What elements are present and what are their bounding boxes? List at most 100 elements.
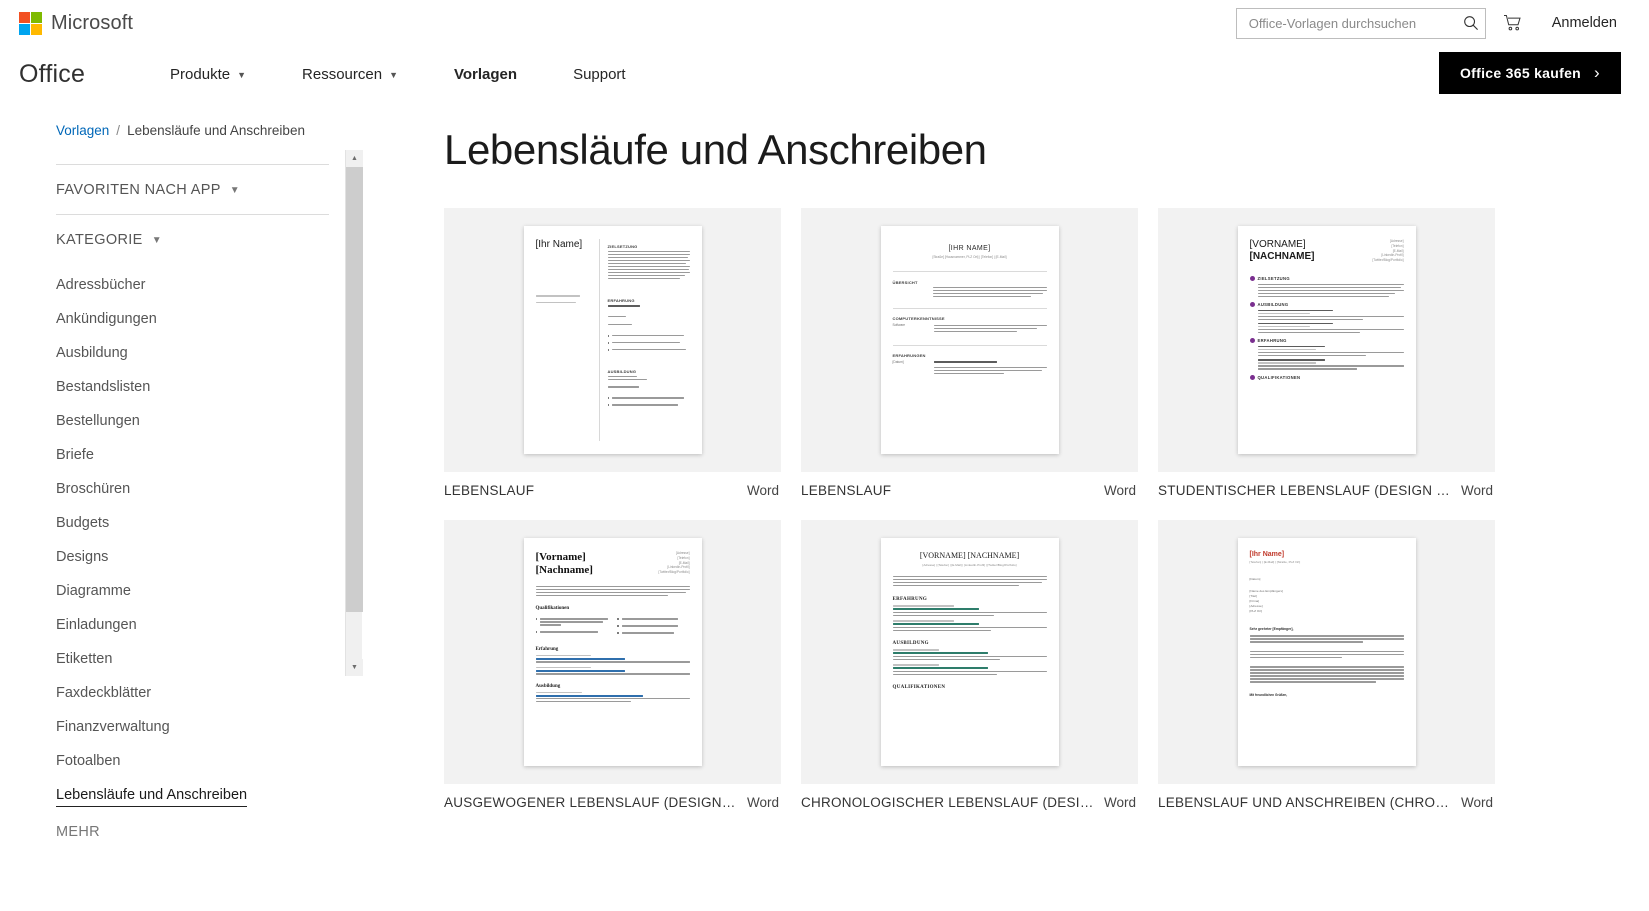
sidebar-item-mehr[interactable]: MEHR [56,813,390,849]
microsoft-logo-link[interactable]: Microsoft [19,11,133,35]
template-card[interactable]: [VORNAME] [NACHNAME] [Adresse] | [Telefo… [801,520,1138,810]
template-preview-document: [Ihr Name] [Telefon] | [E-Mail] | [Straß… [1237,538,1416,766]
nav-item-vorlagen[interactable]: Vorlagen [426,66,545,83]
category-list: Adressbücher Ankündigungen Ausbildung Be… [56,264,390,849]
template-preview-document: [VORNAME] [NACHNAME] [Adresse] | [Telefo… [880,538,1059,766]
search-input[interactable] [1246,14,1463,32]
template-card-app: Word [1103,483,1136,498]
office-nav-bar: Office Produkte ▼ Ressourcen ▼ Vorlagen … [0,46,1649,102]
template-preview-document: [VORNAME] [NACHNAME] [Adresse] [Telefon]… [1237,226,1416,454]
sidebar-item-einladungen[interactable]: Einladungen [56,608,329,642]
template-card-title: STUDENTISCHER LEBENSLAUF (DESIGN "M... [1158,483,1451,498]
sidebar-item-budgets[interactable]: Budgets [56,506,329,540]
sidebar-item-designs[interactable]: Designs [56,540,329,574]
preview-section-heading: ZIELSETZUNG [607,244,638,249]
page-body: Vorlagen / Lebensläufe und Anschreiben F… [0,102,1649,911]
preview-field: [Datum] [892,359,904,364]
preview-name-line2: [Nachname] [535,563,593,576]
preview-section-heading: QUALIFIKATIONEN [892,685,946,691]
template-card[interactable]: [IHR NAME] [Straße] [Hausnummer, PLZ Ort… [801,208,1138,498]
template-card[interactable]: [Vorname] [Nachname] [Adresse] [Telefon]… [444,520,781,810]
cart-icon[interactable] [1486,8,1540,39]
facet-kategorie-label: KATEGORIE [56,232,143,248]
preview-section-heading: Ausbildung [535,683,561,689]
sign-in-link[interactable]: Anmelden [1540,15,1621,31]
sidebar-item-ausbildung[interactable]: Ausbildung [56,336,329,370]
preview-meta: [Twitter/Blog/Portfolio] [658,570,690,575]
template-card-meta: LEBENSLAUF UND ANSCHREIBEN (CHRONO... Wo… [1158,784,1495,810]
search-icon[interactable] [1463,15,1479,31]
template-thumbnail[interactable]: [Ihr Name] [Telefon] | [E-Mail] | [Straß… [1158,520,1495,784]
search-box[interactable] [1235,7,1486,39]
scrollbar-thumb[interactable] [346,167,363,612]
nav-item-support-label: Support [573,65,626,83]
section-bullet-icon [1249,338,1255,344]
template-card[interactable]: [Ihr Name] [Telefon] | [E-Mail] | [Straß… [1158,520,1495,810]
preview-section-heading: Qualifikationen [535,606,570,612]
sidebar-item-diagramme[interactable]: Diagramme [56,574,329,608]
main-content: Lebensläufe und Anschreiben [Ihr Name] Z… [390,102,1649,911]
section-bullet-icon [1249,374,1255,380]
template-thumbnail[interactable]: [VORNAME] [NACHNAME] [Adresse] [Telefon]… [1158,208,1495,472]
nav-item-support[interactable]: Support [545,66,654,83]
nav-item-vorlagen-label: Vorlagen [453,65,518,83]
preview-section-heading: ÜBERSICHT [892,280,918,285]
template-card[interactable]: [VORNAME] [NACHNAME] [Adresse] [Telefon]… [1158,208,1495,498]
nav-item-produkte-label: Produkte [170,65,231,83]
chevron-down-icon: ▼ [229,184,241,196]
template-card-meta: STUDENTISCHER LEBENSLAUF (DESIGN "M... W… [1158,472,1495,498]
preview-subtitle: [Telefon] | [E-Mail] | [Straße, PLZ Ort] [1249,560,1301,564]
template-preview-document: [Ihr Name] ZIELSETZUNG ERFAHRUNG AUSBILD… [523,226,702,454]
sidebar-item-faxdeckblaetter[interactable]: Faxdeckblätter [56,676,329,710]
sidebar-item-adressbuecher[interactable]: Adressbücher [56,268,329,302]
template-card-title: AUSGEWOGENER LEBENSLAUF (DESIGN "M... [444,795,737,810]
preview-name-line1: [VORNAME] [1249,239,1306,250]
microsoft-logo-icon [19,11,42,35]
chevron-down-icon: ▼ [151,234,162,246]
sidebar-item-bestellungen[interactable]: Bestellungen [56,404,329,438]
preview-name: [IHR NAME] [948,245,991,252]
template-card-title: LEBENSLAUF UND ANSCHREIBEN (CHRONO... [1158,795,1451,810]
sidebar: Vorlagen / Lebensläufe und Anschreiben F… [0,102,390,911]
facet-favorites-by-app-label: FAVORITEN NACH APP [56,182,221,198]
facet-kategorie[interactable]: KATEGORIE ▼ [56,215,329,264]
sidebar-scrollbar[interactable]: ▲ ▼ [345,150,363,676]
office-brand-link[interactable]: Office [19,60,85,89]
template-thumbnail[interactable]: [Vorname] [Nachname] [Adresse] [Telefon]… [444,520,781,784]
scroll-up-arrow-icon[interactable]: ▲ [346,150,363,167]
preview-subtitle: [Adresse] | [Telefon] | [E-Mail] | [Link… [922,563,1017,567]
chevron-down-icon: ▼ [237,70,247,80]
sidebar-item-fotoalben[interactable]: Fotoalben [56,744,329,778]
template-thumbnail[interactable]: [VORNAME] [NACHNAME] [Adresse] | [Telefo… [801,520,1138,784]
preview-section-heading: ERFAHRUNGEN [892,352,926,358]
preview-name-line2: [NACHNAME] [1249,251,1315,263]
chevron-down-icon: ▼ [389,70,398,80]
sidebar-item-briefe[interactable]: Briefe [56,438,329,472]
template-card-meta: CHRONOLOGISCHER LEBENSLAUF (DESIGN ... W… [801,784,1138,810]
office-nav-items: Produkte ▼ Ressourcen ▼ Vorlagen Support [142,66,654,83]
sidebar-item-lebenslaeufe-und-anschreiben[interactable]: Lebensläufe und Anschreiben [56,778,248,807]
preview-section-heading: ERFAHRUNG [607,298,635,304]
template-thumbnail[interactable]: [Ihr Name] ZIELSETZUNG ERFAHRUNG AUSBILD… [444,208,781,472]
sidebar-item-broschueren[interactable]: Broschüren [56,472,329,506]
preview-section-heading: AUSBILDUNG [1257,302,1289,308]
buy-office-365-label: Office 365 kaufen [1459,65,1582,81]
sidebar-item-bestandslisten[interactable]: Bestandslisten [56,370,329,404]
breadcrumb-root-link[interactable]: Vorlagen [56,123,109,138]
sidebar-item-ankuendigungen[interactable]: Ankündigungen [56,302,329,336]
scroll-down-arrow-icon[interactable]: ▼ [346,659,363,676]
breadcrumb-separator: / [116,123,121,138]
nav-item-produkte[interactable]: Produkte ▼ [142,66,274,83]
template-card-title: LEBENSLAUF [444,483,535,498]
template-preview-document: [Vorname] [Nachname] [Adresse] [Telefon]… [523,538,702,766]
sidebar-item-finanzverwaltung[interactable]: Finanzverwaltung [56,710,329,744]
preview-subtitle: [Straße] [Hausnummer, PLZ Ort] | [Telefo… [932,255,1007,259]
template-thumbnail[interactable]: [IHR NAME] [Straße] [Hausnummer, PLZ Ort… [801,208,1138,472]
buy-office-365-button[interactable]: Office 365 kaufen › [1439,52,1621,94]
sidebar-item-etiketten[interactable]: Etiketten [56,642,329,676]
nav-item-ressourcen[interactable]: Ressourcen ▼ [274,66,426,83]
facet-favorites-by-app[interactable]: FAVORITEN NACH APP ▼ [56,165,329,214]
section-bullet-icon [1249,276,1255,282]
template-card[interactable]: [Ihr Name] ZIELSETZUNG ERFAHRUNG AUSBILD… [444,208,781,498]
top-bar-actions: Anmelden [1235,7,1649,39]
